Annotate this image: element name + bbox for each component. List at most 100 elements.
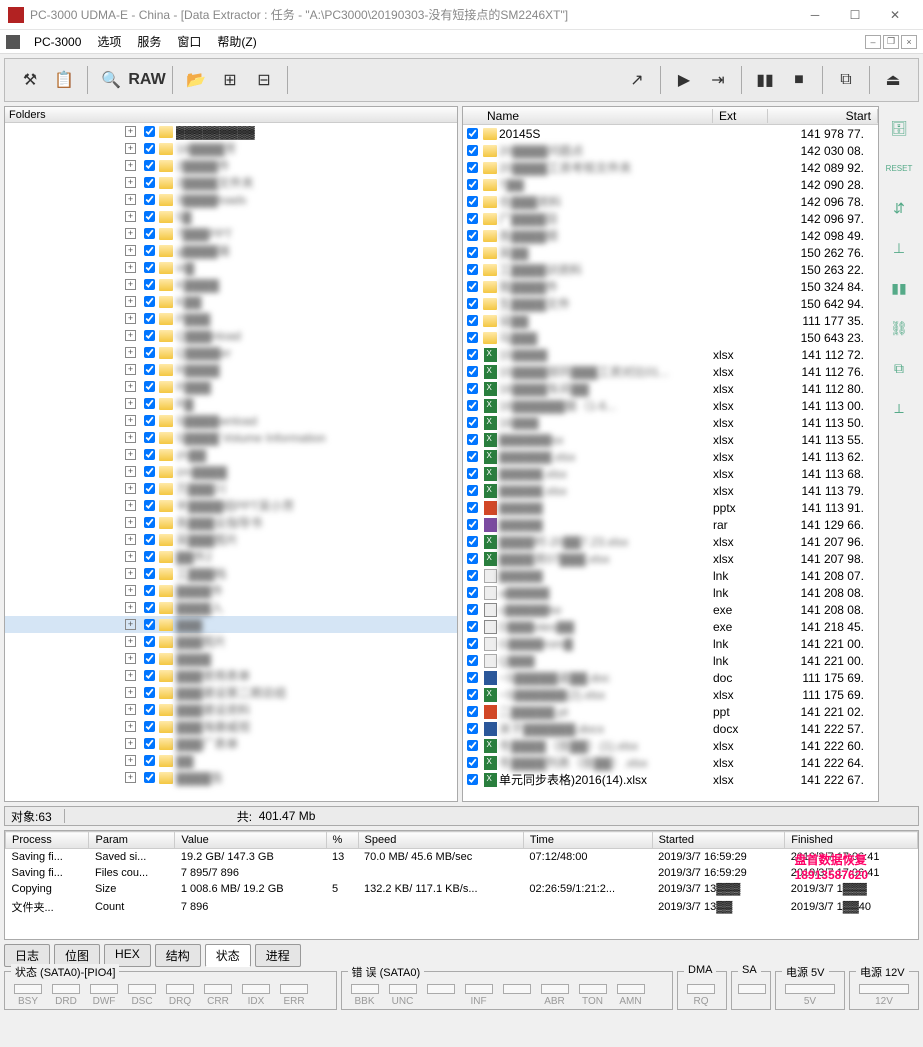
file-row[interactable]: 吴▓▓150 262 76. (463, 244, 878, 261)
tree-checkbox[interactable] (144, 245, 155, 256)
file-checkbox[interactable] (467, 553, 478, 564)
file-row[interactable]: 生▓▓▓▓文件150 642 94. (463, 295, 878, 312)
folder-tree[interactable]: +▓▓▓▓▓▓▓▓▓+18▓▓▓▓芳+2▓▓▓▓件+2▓▓▓▓文件夹+3▓▓▓▓… (5, 123, 457, 801)
tree-checkbox[interactable] (144, 347, 155, 358)
minimize-button[interactable]: ─ (795, 0, 835, 30)
tree-row[interactable]: +吴▓▓▓图片 (5, 531, 457, 548)
process-col[interactable]: Finished (785, 832, 918, 849)
process-col[interactable]: Process (6, 832, 89, 849)
process-col[interactable]: % (326, 832, 358, 849)
file-row[interactable]: ▓▓▓▓▓.xlsxxlsx141 113 68. (463, 465, 878, 482)
file-row[interactable]: 冬▓▓▓▓列表（技▓▓）.xlsxxlsx141 222 64. (463, 754, 878, 771)
file-checkbox[interactable] (467, 604, 478, 615)
file-checkbox[interactable] (467, 128, 478, 139)
list-icon[interactable]: 📋 (49, 65, 79, 95)
expand-icon[interactable]: + (125, 296, 136, 307)
expand-icon[interactable]: + (125, 585, 136, 596)
process-col[interactable]: Speed (358, 832, 523, 849)
process-row[interactable]: Saving fi...Saved si...19.2 GB/ 147.3 GB… (6, 849, 918, 866)
expand-icon[interactable]: + (125, 568, 136, 579)
file-row[interactable]: 15▓▓▓▓部同▓▓▓工资对比01...xlsx141 112 76. (463, 363, 878, 380)
expand-icon[interactable]: + (125, 653, 136, 664)
file-row[interactable]: ~S▓▓▓▓▓▓(2).xlsxxlsx111 175 69. (463, 686, 878, 703)
copy-icon[interactable]: ⧉ (831, 65, 861, 95)
file-checkbox[interactable] (467, 383, 478, 394)
file-row[interactable]: 各▓▓▓▓顺142 098 49. (463, 227, 878, 244)
file-checkbox[interactable] (467, 179, 478, 190)
file-row[interactable]: 冬▓▓▓▓（技▓▓）(1).xlsxxlsx141 222 60. (463, 737, 878, 754)
tree-row[interactable]: +S▓▓▓▓ Volume Information (5, 429, 457, 446)
file-checkbox[interactable] (467, 332, 478, 343)
file-row[interactable]: ▓▓▓▓资07▓▓▓.xlsxxlsx141 207 98. (463, 550, 878, 567)
tree-checkbox[interactable] (144, 500, 155, 511)
file-row[interactable]: 16▓▓▓▓▓▓据（1-6...xlsx141 113 00. (463, 397, 878, 414)
process-row[interactable]: CopyingSize1 008.6 MB/ 19.2 GB5132.2 KB/… (6, 881, 918, 897)
tree-row[interactable]: +▓▓▓海康威视 (5, 718, 457, 735)
expand-icon[interactable]: + (125, 262, 136, 273)
expand-icon[interactable]: + (125, 228, 136, 239)
tree-row[interactable]: +▓▓▓▓件 (5, 582, 457, 599)
tree-checkbox[interactable] (144, 602, 155, 613)
process-col[interactable]: Param (89, 832, 175, 849)
expand-icon[interactable]: + (125, 738, 136, 749)
file-row[interactable]: ▓▓▓▓▓rar141 129 66. (463, 516, 878, 533)
file-row[interactable]: a▓▓▓▓▓lnk141 208 08. (463, 584, 878, 601)
expand-icon[interactable]: + (125, 415, 136, 426)
file-row[interactable]: c▓▓▓▓▓keexe141 208 08. (463, 601, 878, 618)
tree-row[interactable]: +工▓▓▓档 (5, 565, 457, 582)
tree1-icon[interactable]: ⊞ (215, 65, 245, 95)
tree-checkbox[interactable] (144, 194, 155, 205)
expand-icon[interactable]: + (125, 279, 136, 290)
tree-row[interactable]: +2▓▓▓▓件 (5, 157, 457, 174)
file-row[interactable]: ▓▓▓▓时-20▓▓7.23.xlsxxlsx141 207 96. (463, 533, 878, 550)
col-ext[interactable]: Ext (713, 109, 768, 123)
tree2-icon[interactable]: ⊟ (249, 65, 279, 95)
tree-row[interactable]: +▓▓▓厂表单 (5, 735, 457, 752)
expand-icon[interactable]: + (125, 517, 136, 528)
tree-checkbox[interactable] (144, 517, 155, 528)
file-checkbox[interactable] (467, 502, 478, 513)
expand-icon[interactable]: + (125, 721, 136, 732)
tree-row[interactable]: +▓▓▓▓告 (5, 769, 457, 786)
tree-checkbox[interactable] (144, 704, 155, 715)
expand-icon[interactable]: + (125, 619, 136, 630)
arrows-icon[interactable]: ⇵ (887, 196, 911, 220)
file-checkbox[interactable] (467, 672, 478, 683)
pause-icon[interactable]: ▮▮ (750, 65, 780, 95)
file-row[interactable]: 广▓▓▓▓目142 096 97. (463, 210, 878, 227)
tree-checkbox[interactable] (144, 483, 155, 494)
expand-icon[interactable]: + (125, 330, 136, 341)
file-checkbox[interactable] (467, 230, 478, 241)
file-row[interactable]: 二▓▓▓▓▓.ptppt141 221 02. (463, 703, 878, 720)
reset-icon[interactable]: RESET (887, 156, 911, 180)
process-col[interactable]: Value (175, 832, 326, 849)
file-checkbox[interactable] (467, 349, 478, 360)
tree-row[interactable]: +各▓▓▓业指导书 (5, 514, 457, 531)
tree-row[interactable]: +zh▓▓ (5, 446, 457, 463)
tab-struct[interactable]: 结构 (155, 944, 201, 967)
db-icon[interactable]: 🗄 (887, 116, 911, 140)
raw-button[interactable]: RAW (132, 65, 162, 95)
tree-checkbox[interactable] (144, 619, 155, 630)
tree-checkbox[interactable] (144, 262, 155, 273)
chain-icon[interactable]: ⛓ (887, 316, 911, 340)
expand-icon[interactable]: + (125, 194, 136, 205)
expand-icon[interactable]: + (125, 364, 136, 375)
file-row[interactable]: 关于▓▓▓▓▓▓.docxdocx141 222 57. (463, 720, 878, 737)
file-row[interactable]: 工▓▓▓▓训资料150 263 22. (463, 261, 878, 278)
tree-row[interactable]: +18▓▓▓▓芳 (5, 140, 457, 157)
tree-checkbox[interactable] (144, 449, 155, 460)
file-checkbox[interactable] (467, 570, 478, 581)
tree-checkbox[interactable] (144, 415, 155, 426)
tree-checkbox[interactable] (144, 211, 155, 222)
tree-row[interactable]: +g▓▓▓▓端 (5, 242, 457, 259)
tree-row[interactable]: +K▓▓▓▓ (5, 276, 457, 293)
expand-icon[interactable]: + (125, 534, 136, 545)
expand-icon[interactable]: + (125, 449, 136, 460)
expand-icon[interactable]: + (125, 126, 136, 137)
file-checkbox[interactable] (467, 162, 478, 173)
tree-checkbox[interactable] (144, 296, 155, 307)
tree-checkbox[interactable] (144, 755, 155, 766)
tree-row[interactable]: +7▓▓▓PPT (5, 225, 457, 242)
tree-checkbox[interactable] (144, 432, 155, 443)
